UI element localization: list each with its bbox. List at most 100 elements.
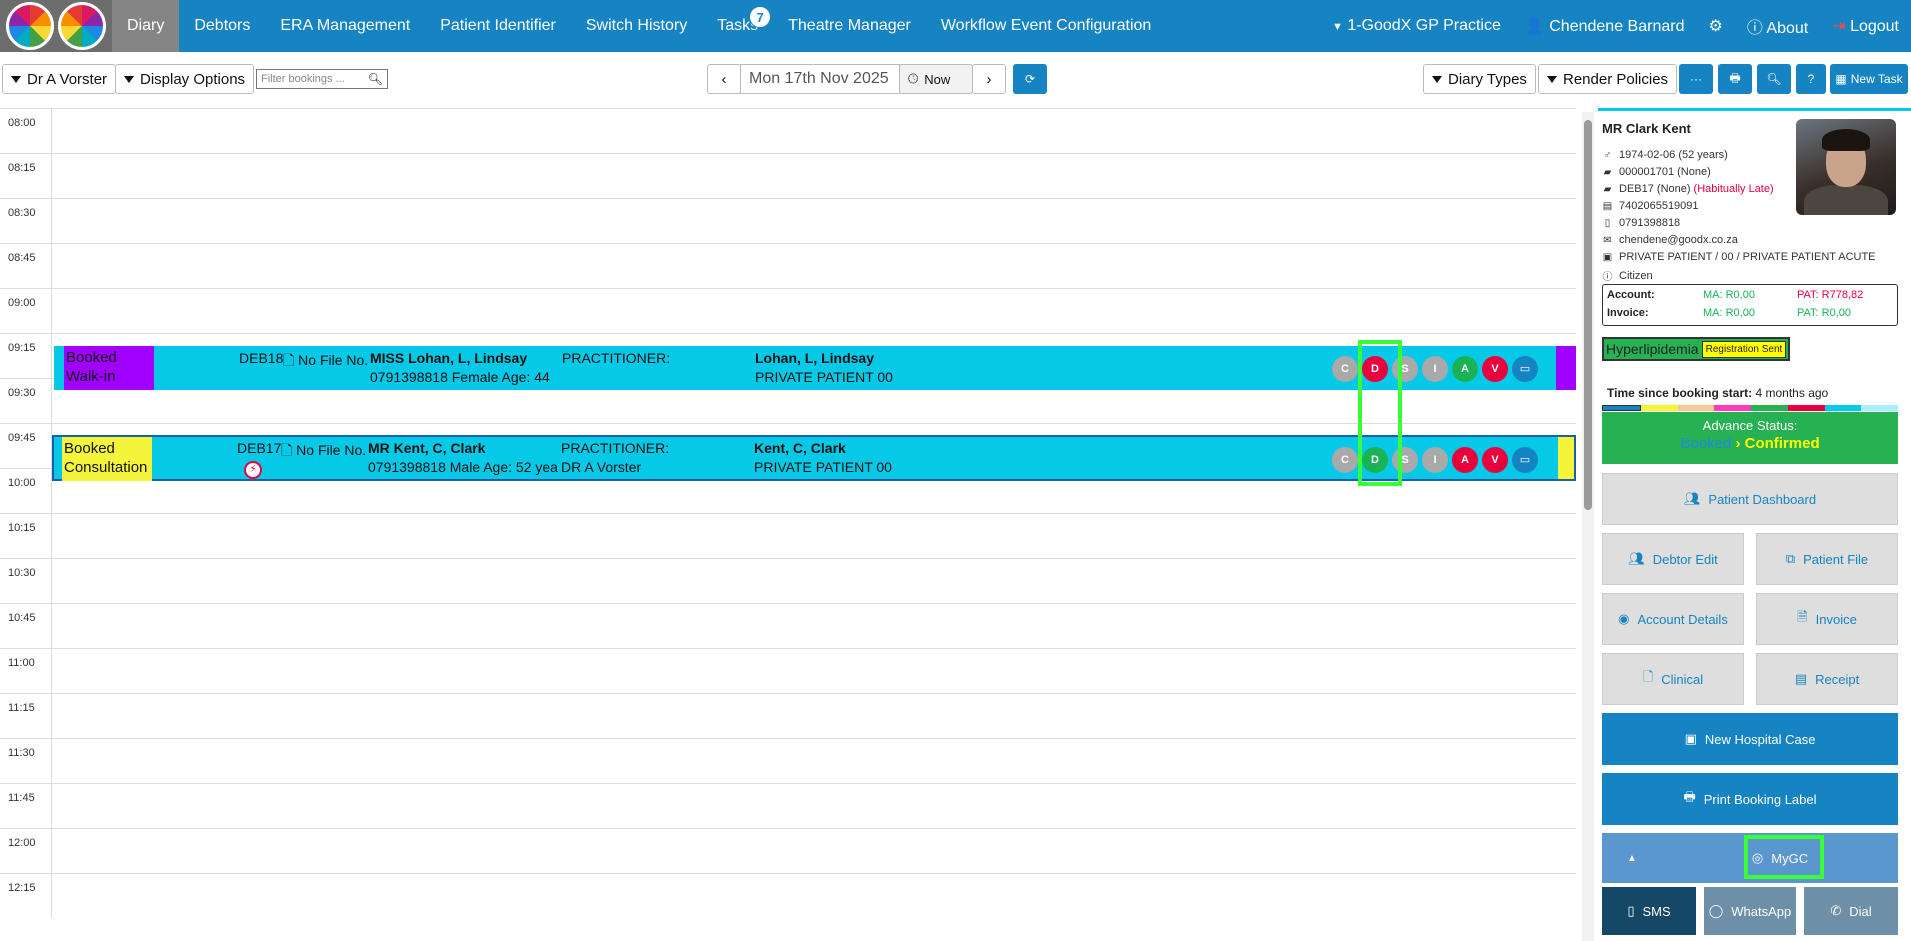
time-slot[interactable]: 11:15 <box>0 693 1576 738</box>
patient-dashboard-label: Patient Dashboard <box>1708 491 1817 507</box>
next-day-button[interactable]: › <box>972 64 1006 94</box>
time-slot[interactable]: 08:45 <box>0 243 1576 288</box>
search-icon: 🔍︎ <box>367 72 383 86</box>
whatsapp-label: WhatsApp <box>1731 903 1792 919</box>
practice-selector[interactable]: ▼ 1-GoodX GP Practice <box>1320 17 1513 35</box>
status-v-button[interactable]: V <box>1482 356 1508 382</box>
note-icon[interactable]: ▭ <box>1512 447 1538 473</box>
patient-file-button[interactable]: ⧉ Patient File <box>1756 533 1898 585</box>
clinical-button[interactable]: 🗋 Clinical <box>1602 653 1744 705</box>
file-number-text: No File No. <box>296 442 367 458</box>
caret-up-icon: ▲ <box>1627 852 1637 864</box>
time-slot[interactable]: 11:45 <box>0 783 1576 828</box>
nav-patient-identifier[interactable]: Patient Identifier <box>425 0 571 52</box>
chevron-left-icon: ‹ <box>721 70 727 88</box>
caret-down-icon <box>11 75 21 83</box>
patient-dashboard-button[interactable]: 👥︎ Patient Dashboard <box>1602 473 1898 525</box>
nav-workflow-event-configuration[interactable]: Workflow Event Configuration <box>926 0 1166 52</box>
prev-day-button[interactable]: ‹ <box>707 64 741 94</box>
status-i-button[interactable]: I <box>1422 447 1448 473</box>
about-link[interactable]: ⓘ About <box>1735 14 1820 38</box>
time-slot[interactable]: 12:15 <box>0 873 1576 918</box>
advance-status-button[interactable]: Advance Status: Booked › Confirmed <box>1602 412 1898 464</box>
receipt-button[interactable]: ▤ Receipt <box>1756 653 1898 705</box>
diary-types-dropdown[interactable]: Diary Types <box>1423 64 1536 94</box>
dial-button[interactable]: ✆ Dial <box>1804 887 1898 935</box>
time-slot[interactable]: 08:15 <box>0 153 1576 198</box>
new-task-button[interactable]: ▦ New Task <box>1830 64 1908 94</box>
help-button[interactable]: ? <box>1796 64 1826 94</box>
booking-kent[interactable]: Booked Consultation DEB17 ⚡ 🗋 No File No… <box>52 435 1576 481</box>
whatsapp-button[interactable]: ◯ WhatsApp <box>1704 887 1796 935</box>
user-menu[interactable]: 👤 Chendene Barnard <box>1513 16 1697 36</box>
booking-status: Booked <box>66 349 117 366</box>
patient-phone: ▯ 0791398818 <box>1602 217 1680 229</box>
status-a-button[interactable]: A <box>1452 356 1478 382</box>
booking-status: Booked <box>64 440 115 457</box>
debtor-edit-button[interactable]: 👥︎ Debtor Edit <box>1602 533 1744 585</box>
user-circle-icon: ◉ <box>1618 611 1630 626</box>
nav-switch-history[interactable]: Switch History <box>571 0 702 52</box>
note-icon[interactable]: ▭ <box>1512 356 1538 382</box>
nav-debtors[interactable]: Debtors <box>179 0 265 52</box>
goodx-logo[interactable] <box>0 0 112 52</box>
slot-time: 09:30 <box>8 387 36 399</box>
calendar-icon: ▦ <box>1835 72 1847 86</box>
slot-time: 08:00 <box>8 117 36 129</box>
time-slot[interactable]: 09:00 <box>0 288 1576 333</box>
top-navbar: Diary Debtors ERA Management Patient Ide… <box>0 0 1911 52</box>
print-button[interactable]: 🖶 <box>1718 64 1752 94</box>
account-details-button[interactable]: ◉ Account Details <box>1602 593 1744 645</box>
logout-link[interactable]: ⇥ Logout <box>1820 16 1911 36</box>
status-a-button[interactable]: A <box>1452 447 1478 473</box>
display-options-dropdown[interactable]: Display Options <box>115 64 255 94</box>
refresh-button[interactable]: ⟳ <box>1013 64 1047 94</box>
time-slot[interactable]: 10:45 <box>0 603 1576 648</box>
time-slot[interactable]: 10:15 <box>0 513 1576 558</box>
status-i-button[interactable]: I <box>1422 356 1448 382</box>
caret-down-icon: ▼ <box>1331 21 1343 33</box>
collapse-up-button[interactable]: ▲ <box>1602 833 1662 883</box>
time-slot[interactable]: 08:00 <box>0 108 1576 153</box>
status-c-button[interactable]: C <box>1332 447 1358 473</box>
now-button[interactable]: 🕓︎ Now <box>899 64 973 94</box>
nav-theatre-manager[interactable]: Theatre Manager <box>773 0 926 52</box>
search-button[interactable]: 🔍︎ <box>1757 64 1791 94</box>
clinical-label: Clinical <box>1661 671 1704 687</box>
time-slot[interactable]: 12:00 <box>0 828 1576 873</box>
nav-tasks[interactable]: Tasks 7 <box>702 0 773 52</box>
user-name: Chendene Barnard <box>1549 18 1685 35</box>
time-slot[interactable]: 10:30 <box>0 558 1576 603</box>
printer-icon: 🖶 <box>1683 789 1696 804</box>
diary-scrollbar[interactable] <box>1584 120 1592 510</box>
time-slot[interactable]: 11:00 <box>0 648 1576 693</box>
status-v-button[interactable]: V <box>1482 447 1508 473</box>
booking-lohan[interactable]: Booked Walk-in DEB18 🗋 No File No. MISS … <box>54 346 1576 390</box>
info-icon: ⓘ <box>1602 272 1613 283</box>
debtor-name: Lohan, L, Lindsay <box>755 350 875 366</box>
nav-era-management[interactable]: ERA Management <box>265 0 425 52</box>
phone-text: 0791398818 <box>1619 217 1681 229</box>
file-text: 000001701 (None) <box>1619 166 1711 178</box>
time-slot[interactable]: 11:30 <box>0 738 1576 783</box>
settings-gear-icon[interactable]: ⚙ <box>1696 16 1734 36</box>
status-c-button[interactable]: C <box>1332 356 1358 382</box>
print-booking-label-button[interactable]: 🖶 Print Booking Label <box>1602 773 1898 825</box>
folder-open-icon: ▰ <box>1603 183 1612 195</box>
condition-badge[interactable]: Hyperlipidemia Registration Sent <box>1602 337 1791 361</box>
new-hospital-case-button[interactable]: ▣ New Hospital Case <box>1602 713 1898 765</box>
date-picker[interactable]: Mon 17th Nov 2025 <box>740 64 900 94</box>
invoice-button[interactable]: 🗎 Invoice <box>1756 593 1898 645</box>
more-options-button[interactable]: ··· <box>1679 64 1713 94</box>
highlight-box <box>1358 340 1402 486</box>
render-policies-dropdown[interactable]: Render Policies <box>1538 64 1678 94</box>
doctor-dropdown[interactable]: Dr A Vorster <box>2 64 117 94</box>
sms-button[interactable]: ▯ SMS <box>1602 887 1696 935</box>
logout-label: Logout <box>1850 18 1899 35</box>
debtor-text: DEB17 (None) <box>1619 183 1691 195</box>
nav-diary[interactable]: Diary <box>112 0 180 52</box>
time-slot[interactable]: 08:30 <box>0 198 1576 243</box>
filter-bookings-input[interactable]: Filter bookings ... 🔍︎ <box>256 69 388 89</box>
new-hospital-case-label: New Hospital Case <box>1704 731 1816 747</box>
slot-time: 09:45 <box>8 432 36 444</box>
